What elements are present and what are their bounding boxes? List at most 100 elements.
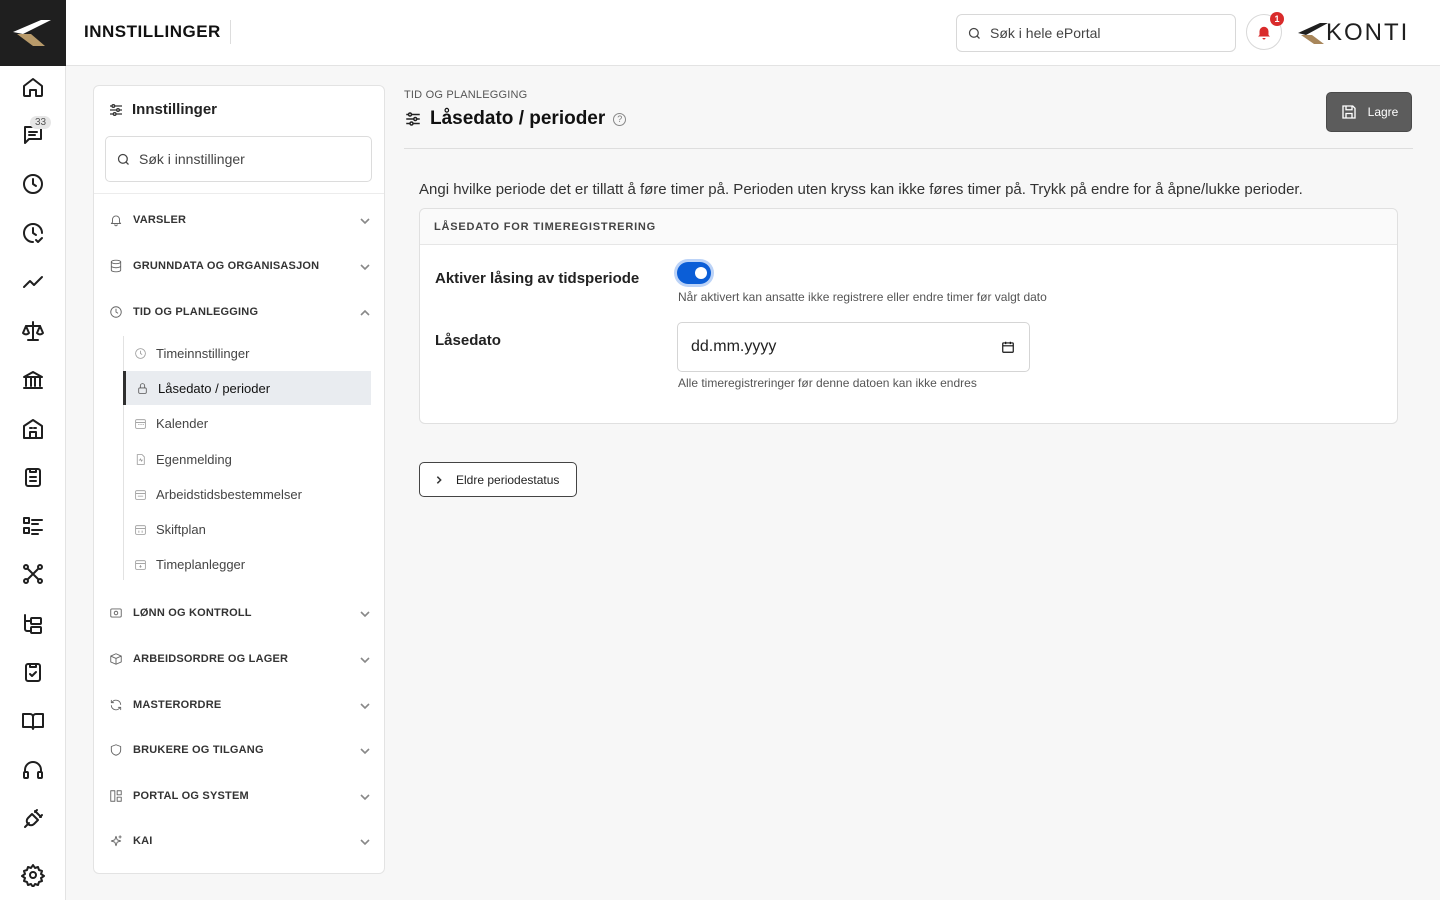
chevron-down-icon: [359, 744, 371, 756]
clipboard-check-icon[interactable]: [0, 652, 66, 692]
building-icon[interactable]: [0, 409, 66, 449]
database-icon: [109, 259, 123, 273]
global-search[interactable]: [956, 14, 1236, 52]
intro-text: Angi hvilke periode det er tillatt å før…: [419, 181, 1303, 198]
brand-logo: KONTI: [1296, 18, 1409, 48]
section-portal-og-system[interactable]: PORTAL OG SYSTEM: [109, 784, 371, 808]
chevron-down-icon: [359, 790, 371, 802]
help-icon[interactable]: ?: [613, 112, 627, 126]
lock-period-toggle[interactable]: [677, 262, 711, 284]
section-label: GRUNNDATA OG ORGANISASJON: [133, 260, 320, 272]
payroll-icon: [109, 606, 123, 620]
sub-item-timeplanlegger[interactable]: Timeplanlegger: [124, 547, 372, 581]
section-brukere-og-tilgang[interactable]: BRUKERE OG TILGANG: [109, 738, 371, 762]
sub-item-timeinnstillinger[interactable]: Timeinnstillinger: [124, 336, 372, 370]
left-rail: 33: [0, 0, 66, 900]
clock-icon[interactable]: [0, 164, 66, 204]
chevron-down-icon: [359, 699, 371, 711]
clipboard-icon[interactable]: [0, 457, 66, 497]
brand-name: KONTI: [1326, 19, 1410, 46]
sub-item-label: Kalender: [156, 415, 209, 431]
lock-date-input[interactable]: dd.mm.yyyy: [677, 322, 1030, 372]
scale-icon[interactable]: [0, 311, 66, 351]
search-icon: [117, 153, 129, 165]
sliders-icon: [406, 112, 420, 126]
date-label: Låsedato: [435, 332, 501, 349]
box-icon: [109, 652, 123, 666]
chevron-right-icon: [436, 475, 442, 484]
calendar-shift-icon: [135, 524, 146, 535]
header-divider: [230, 20, 231, 44]
date-hint: Alle timeregistreringer før denne datoen…: [678, 376, 977, 390]
section-label: PORTAL OG SYSTEM: [133, 790, 249, 802]
list-icon[interactable]: [0, 506, 66, 546]
notification-badge: 1: [1270, 12, 1284, 26]
section-tid-og-planlegging[interactable]: TID OG PLANLEGGING: [109, 300, 371, 324]
save-button[interactable]: Lagre: [1326, 92, 1412, 132]
date-placeholder: dd.mm.yyyy: [691, 338, 777, 355]
section-label: LØNN OG KONTROLL: [133, 607, 252, 619]
chevron-up-icon: [359, 306, 371, 318]
chevron-down-icon: [359, 607, 371, 619]
save-button-label: Lagre: [1367, 105, 1399, 119]
section-label: BRUKERE OG TILGANG: [133, 744, 264, 756]
settings-search[interactable]: [105, 136, 372, 182]
konti-logo-icon: [13, 20, 51, 46]
section-label: MASTERORDRE: [133, 699, 222, 711]
headset-icon[interactable]: [0, 750, 66, 790]
breadcrumb: TID OG PLANLEGGING: [404, 89, 528, 101]
sub-item-label: Egenmelding: [156, 451, 232, 467]
calendar-icon[interactable]: [1001, 340, 1015, 354]
book-icon[interactable]: [0, 701, 66, 741]
gear-icon[interactable]: [0, 855, 66, 895]
settings-search-input[interactable]: [139, 151, 359, 167]
sub-item-skiftplan[interactable]: Skiftplan: [124, 512, 372, 546]
section-masterordre[interactable]: MASTERORDRE: [109, 693, 371, 717]
section-grunndata[interactable]: GRUNNDATA OG ORGANISASJON: [109, 254, 371, 278]
plug-icon[interactable]: [0, 799, 66, 839]
document-icon: [136, 453, 145, 465]
global-search-input[interactable]: [990, 25, 1220, 41]
older-period-status-button[interactable]: Eldre periodestatus: [419, 462, 577, 497]
section-lonn-og-kontroll[interactable]: LØNN OG KONTROLL: [109, 601, 371, 625]
page-title: Låsedato / perioder ?: [404, 108, 627, 130]
section-kai[interactable]: KAI: [109, 829, 371, 853]
section-label: KAI: [133, 835, 153, 847]
title-divider: [404, 148, 1413, 149]
bell-icon: [109, 213, 123, 227]
section-varsler[interactable]: VARSLER: [109, 208, 371, 232]
card-header: LÅSEDATO FOR TIMEREGISTRERING: [420, 209, 1397, 245]
home-icon[interactable]: [0, 67, 66, 107]
section-label: VARSLER: [133, 214, 187, 226]
lock-date-card: LÅSEDATO FOR TIMEREGISTRERING Aktiver lå…: [419, 208, 1398, 424]
calendar-icon: [135, 418, 146, 429]
section-arbeidsordre-og-lager[interactable]: ARBEIDSORDRE OG LAGER: [109, 647, 371, 671]
tree-icon[interactable]: [0, 603, 66, 643]
search-icon: [968, 27, 980, 39]
refresh-icon: [109, 698, 123, 712]
network-icon[interactable]: [0, 554, 66, 594]
clock-check-icon[interactable]: [0, 213, 66, 253]
sub-item-kalender[interactable]: Kalender: [124, 406, 372, 440]
lock-icon: [138, 382, 147, 394]
konti-logo[interactable]: [0, 0, 66, 66]
toggle-hint: Når aktivert kan ansatte ikke registrere…: [678, 290, 1047, 304]
sub-item-arbeidstidsbestemmelser[interactable]: Arbeidstidsbestemmelser: [124, 477, 372, 511]
sub-item-label: Timeplanlegger: [156, 556, 246, 572]
layout-icon: [109, 789, 123, 803]
shield-icon: [109, 743, 123, 757]
sub-item-egenmelding[interactable]: Egenmelding: [124, 442, 372, 476]
sub-item-label: Arbeidstidsbestemmelser: [156, 486, 302, 502]
sub-item-lasedato[interactable]: Låsedato / perioder: [123, 371, 371, 405]
trend-icon[interactable]: [0, 262, 66, 302]
bell-icon: [1258, 26, 1270, 40]
clock-icon: [109, 305, 123, 319]
chevron-down-icon: [359, 653, 371, 665]
bank-icon[interactable]: [0, 360, 66, 400]
sparkle-icon: [109, 834, 123, 848]
calendar-rules-icon: [135, 489, 146, 500]
brand-mark-icon: [1298, 23, 1328, 44]
clock-icon: [135, 347, 146, 359]
save-icon: [1341, 105, 1356, 119]
sub-item-label: Låsedato / perioder: [158, 380, 271, 396]
